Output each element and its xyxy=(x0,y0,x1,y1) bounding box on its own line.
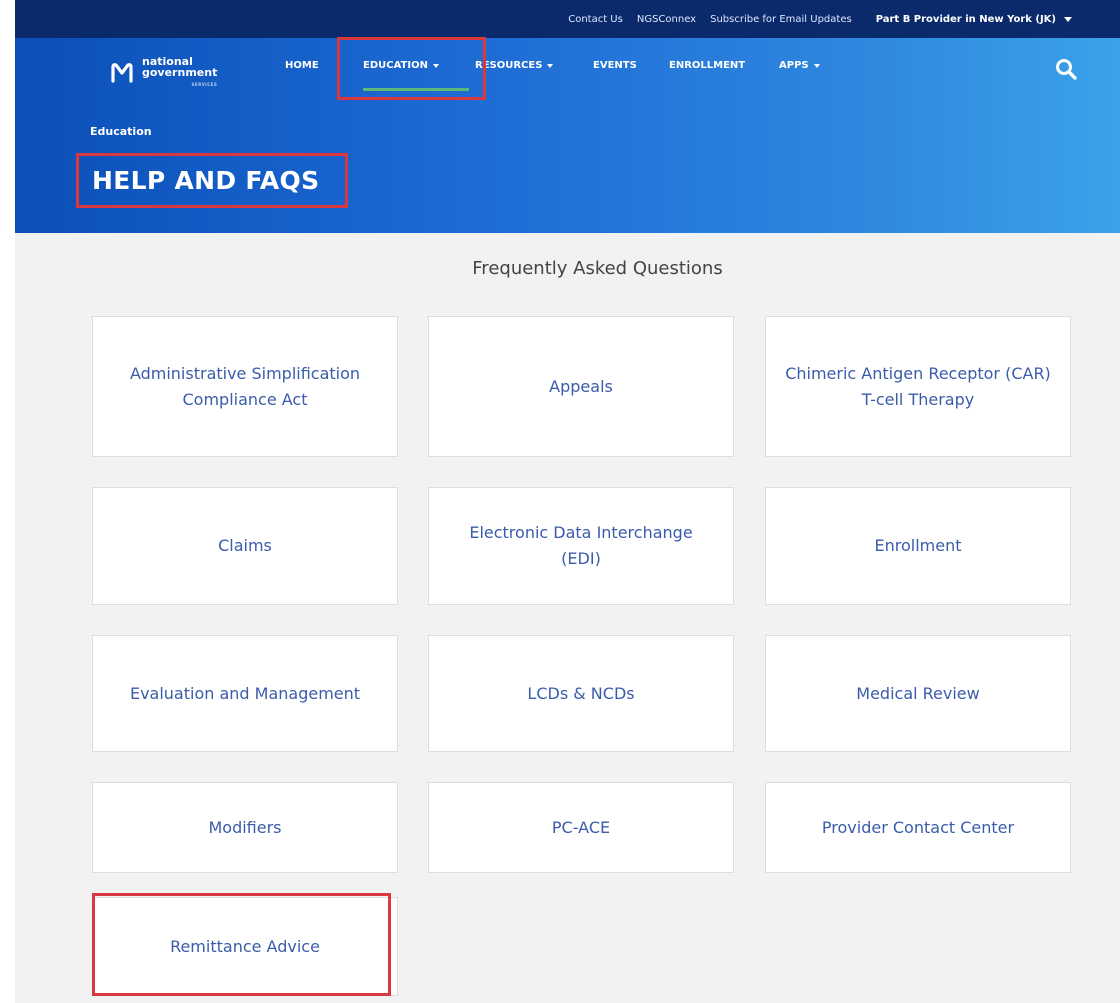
faq-card-car-t-cell[interactable]: Chimeric Antigen Receptor (CAR) T-cell T… xyxy=(765,316,1071,457)
faq-card-label: Modifiers xyxy=(208,817,282,837)
region-selector[interactable]: Part B Provider in New York (JK) xyxy=(876,14,1072,25)
faq-card-ascA[interactable]: Administrative Simplification Compliance… xyxy=(92,316,398,457)
faq-card-lcds-ncds[interactable]: LCDs & NCDs xyxy=(428,635,734,752)
faq-card-label: Administrative Simplification Compliance… xyxy=(129,363,361,409)
faq-card-label: Claims xyxy=(218,536,272,555)
search-icon[interactable] xyxy=(1055,58,1077,80)
chevron-down-icon xyxy=(1064,16,1072,22)
faq-card-provider-contact-center[interactable]: Provider Contact Center xyxy=(765,782,1071,873)
faq-card-label: Medical Review xyxy=(856,683,980,703)
faq-card-appeals[interactable]: Appeals xyxy=(428,316,734,457)
faq-card-enrollment[interactable]: Enrollment xyxy=(765,487,1071,605)
faq-card-evaluation-management[interactable]: Evaluation and Management xyxy=(92,635,398,752)
faq-card-label: PC-ACE xyxy=(551,817,611,837)
faq-card-pc-ace[interactable]: PC-ACE xyxy=(428,782,734,873)
active-nav-underline xyxy=(363,88,469,91)
faq-card-label: Electronic Data Interchange (EDI) xyxy=(469,523,693,568)
ngs-logo-icon xyxy=(111,63,133,83)
logo-text: national government SERVICES xyxy=(142,56,217,90)
utility-bar: Contact Us NGSConnex Subscribe for Email… xyxy=(15,0,1120,38)
faq-card-label: Enrollment xyxy=(874,536,962,555)
nav-home[interactable]: HOME xyxy=(285,60,345,71)
faq-card-label: Evaluation and Management xyxy=(129,683,361,703)
faq-card-remittance-advice[interactable]: Remittance Advice xyxy=(92,897,398,996)
nav-apps-label: APPS xyxy=(779,60,809,71)
main-nav: HOME EDUCATION RESOURCES EVENTS ENROLLME… xyxy=(285,60,839,91)
chevron-down-icon xyxy=(547,63,554,68)
page: Contact Us NGSConnex Subscribe for Email… xyxy=(15,0,1120,1003)
breadcrumb[interactable]: Education xyxy=(90,125,152,138)
faq-card-label: Provider Contact Center xyxy=(821,817,1015,837)
faq-card-medical-review[interactable]: Medical Review xyxy=(765,635,1071,752)
nav-education[interactable]: EDUCATION xyxy=(345,60,475,91)
page-title: HELP AND FAQS xyxy=(92,166,320,195)
faq-section-title: Frequently Asked Questions xyxy=(472,258,723,279)
nav-enrollment[interactable]: ENROLLMENT xyxy=(669,60,779,71)
nav-enrollment-label: ENROLLMENT xyxy=(669,60,746,71)
faq-card-claims[interactable]: Claims xyxy=(92,487,398,605)
nav-home-label: HOME xyxy=(285,60,319,71)
email-updates-link[interactable]: Subscribe for Email Updates xyxy=(710,14,852,25)
faq-card-label: Appeals xyxy=(549,376,613,396)
faq-card-modifiers[interactable]: Modifiers xyxy=(92,782,398,873)
nav-apps[interactable]: APPS xyxy=(779,60,839,71)
faq-card-edi[interactable]: Electronic Data Interchange (EDI) xyxy=(428,487,734,605)
faq-card-label: Chimeric Antigen Receptor (CAR) T-cell T… xyxy=(785,363,1051,409)
chevron-down-icon xyxy=(813,63,820,68)
nav-events-label: EVENTS xyxy=(593,60,637,71)
header-hero: national government SERVICES HOME EDUCAT… xyxy=(15,38,1120,233)
contact-us-link[interactable]: Contact Us xyxy=(568,14,623,25)
logo-line-government: government xyxy=(142,66,218,79)
faq-card-label: Remittance Advice xyxy=(170,936,320,956)
nav-resources[interactable]: RESOURCES xyxy=(475,60,593,71)
nav-education-label: EDUCATION xyxy=(363,60,428,71)
chevron-down-icon xyxy=(432,63,439,68)
nav-resources-label: RESOURCES xyxy=(475,60,543,71)
logo[interactable]: national government SERVICES xyxy=(110,56,217,90)
ngsconnex-link[interactable]: NGSConnex xyxy=(637,14,696,25)
region-label: Part B Provider in New York (JK) xyxy=(875,13,1056,25)
faq-card-label: LCDs & NCDs xyxy=(527,683,635,703)
logo-line-services: SERVICES xyxy=(191,82,218,87)
nav-events[interactable]: EVENTS xyxy=(593,60,669,71)
